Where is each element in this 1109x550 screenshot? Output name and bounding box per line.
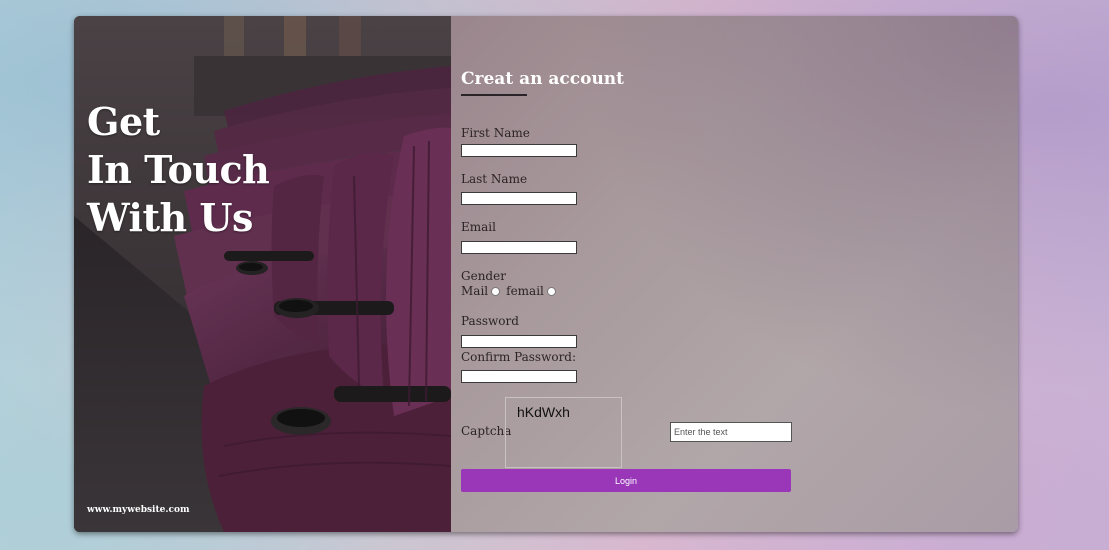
theater-seats-image xyxy=(74,16,451,532)
gender-female-label: femail xyxy=(506,284,544,298)
captcha-image: hKdWxh xyxy=(505,397,622,468)
gender-male-radio[interactable] xyxy=(491,286,501,296)
login-button[interactable]: Login xyxy=(461,469,791,492)
password-field[interactable] xyxy=(461,335,577,348)
signup-card: Get In Touch With Us www.mywebsite.com C… xyxy=(74,16,1018,532)
confirm-password-label: Confirm Password: xyxy=(461,350,577,364)
gender-female-radio[interactable] xyxy=(546,286,556,296)
form-title: Creat an account xyxy=(461,69,625,89)
hero-title-line: With Us xyxy=(87,195,253,240)
first-name-field[interactable] xyxy=(461,144,577,157)
confirm-password-field[interactable] xyxy=(461,370,577,383)
email-field[interactable] xyxy=(461,241,577,254)
email-label: Email xyxy=(461,220,496,234)
first-name-label: First Name xyxy=(461,126,530,140)
hero-title-line: In Touch xyxy=(87,147,270,192)
password-label: Password xyxy=(461,314,519,328)
captcha-input[interactable] xyxy=(670,422,792,442)
gender-male-label: Mail xyxy=(461,284,489,298)
hero-title: Get In Touch With Us xyxy=(87,98,270,242)
hero-panel: Get In Touch With Us www.mywebsite.com xyxy=(74,16,451,532)
hero-title-line: Get xyxy=(87,99,160,144)
gender-options: Mail femail xyxy=(461,284,562,298)
signup-form: Creat an account First Name Last Name Em… xyxy=(451,16,1018,532)
website-link[interactable]: www.mywebsite.com xyxy=(87,505,190,515)
captcha-label: Captcha xyxy=(461,424,512,438)
last-name-field[interactable] xyxy=(461,192,577,205)
title-underline xyxy=(461,94,527,96)
last-name-label: Last Name xyxy=(461,172,528,186)
gender-label: Gender xyxy=(461,269,506,283)
captcha-code: hKdWxh xyxy=(517,404,570,420)
